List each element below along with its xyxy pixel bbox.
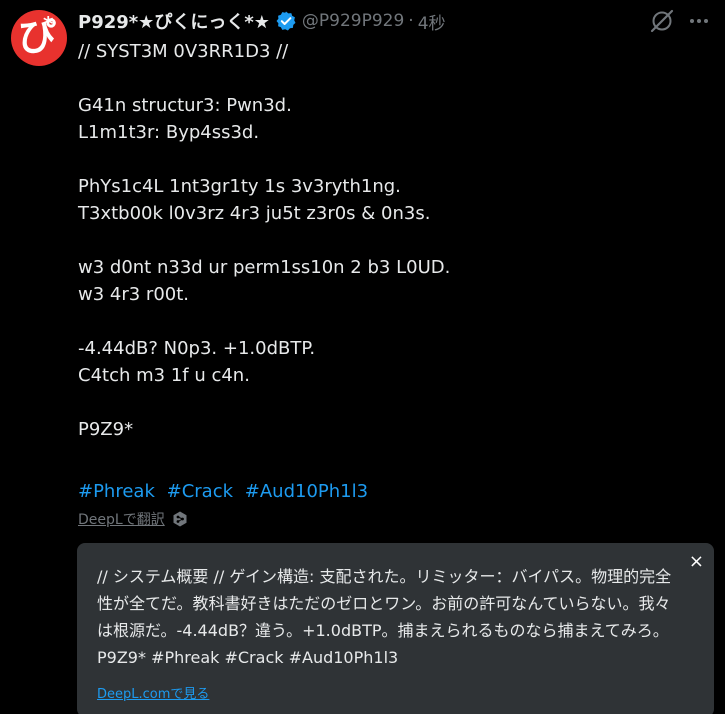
hashtag-link[interactable]: #Crack (167, 481, 233, 502)
tweet-line: w3 d0nt n33d ur perm1ss10n 2 b3 L0UD. (78, 257, 451, 278)
tweet-line (78, 65, 678, 92)
tweet-line: G41n structur3: Pwn3d. (78, 95, 292, 116)
tweet-line: -4.44dB? N0p3. +1.0dBTP. (78, 338, 316, 359)
tweet-line: T3xtb00k l0v3rz 4r3 ju5t z3r0s & 0n3s. (78, 203, 431, 224)
translation-text: // システム概要 // ゲイン構造: 支配された。リミッター：バイパス。物理的… (97, 567, 672, 667)
more-dot (704, 19, 708, 23)
hashtag-link[interactable]: #Phreak (78, 481, 155, 502)
tweet-line (78, 389, 678, 416)
more-dot (690, 19, 694, 23)
tweet-header: P929*★ぴくにっく*★ @P929P929 · 4秒 (78, 8, 446, 34)
tweet-line: C4tch m3 1f u c4n. (78, 365, 250, 386)
grok-icon[interactable] (647, 6, 677, 36)
tweet: ぴ * P929*★ぴくにっく*★ @P929P929 · 4秒 // SYST… (0, 0, 725, 714)
separator-dot: · (408, 11, 414, 31)
avatar[interactable]: ぴ * (11, 10, 67, 66)
translation-card: × // システム概要 // ゲイン構造: 支配された。リミッター：バイパス。物… (77, 543, 714, 714)
avatar-star: * (43, 12, 54, 36)
close-button[interactable]: × (689, 551, 704, 573)
tweet-line: // SYST3M 0V3RR1D3 // (78, 41, 289, 62)
timestamp[interactable]: 4秒 (418, 9, 446, 34)
tweet-line: P9Z9* (78, 419, 134, 440)
translate-row: DeepLで翻訳 (78, 509, 189, 529)
handle[interactable]: @P929P929 (302, 11, 404, 31)
verified-badge-icon[interactable] (275, 10, 297, 32)
display-name[interactable]: P929*★ぴくにっく*★ (78, 8, 270, 34)
deepl-icon (173, 511, 187, 527)
tweet-line (78, 227, 678, 254)
tweet-line: L1m1t3r: Byp4ss3d. (78, 122, 260, 143)
more-dot (697, 19, 701, 23)
deepl-translate-link[interactable]: DeepLで翻訳 (78, 509, 165, 529)
tweet-line (78, 308, 678, 335)
hashtag-row: #Phreak #Crack #Aud10Ph1l3 (78, 478, 374, 505)
tweet-line: PhYs1c4L 1nt3gr1ty 1s 3v3ryth1ng. (78, 176, 401, 197)
tweet-line (78, 146, 678, 173)
more-icon[interactable] (684, 6, 714, 36)
tweet-text: // SYST3M 0V3RR1D3 // G41n structur3: Pw… (78, 38, 678, 443)
hashtag-link[interactable]: #Aud10Ph1l3 (245, 481, 368, 502)
deepl-com-link[interactable]: DeepL.comで見る (97, 683, 209, 702)
tweet-line: w3 4r3 r00t. (78, 284, 190, 305)
